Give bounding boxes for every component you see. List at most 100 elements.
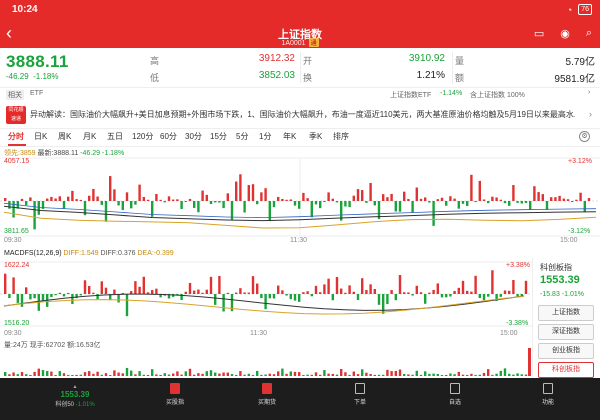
tab-2[interactable]: 周K bbox=[58, 131, 71, 142]
chart-bar bbox=[508, 201, 511, 206]
chart-bar bbox=[20, 294, 24, 307]
chart-bar bbox=[20, 198, 24, 201]
chart-bar bbox=[461, 201, 465, 204]
chart-bar bbox=[25, 201, 28, 206]
open-label: 开 bbox=[303, 56, 313, 66]
chart-bar bbox=[529, 201, 532, 210]
volume-bar bbox=[180, 374, 183, 376]
chart-bar bbox=[390, 290, 393, 294]
ai-assistant-icon[interactable]: ◉ bbox=[560, 27, 570, 40]
macd-y-top: 1622.24 bbox=[4, 262, 30, 269]
tab-0[interactable]: 分时 bbox=[8, 131, 24, 142]
volume-label: 量 bbox=[455, 56, 465, 66]
nav-buy-index[interactable]: 买股指 bbox=[145, 381, 205, 406]
nav-place-order[interactable]: 下单 bbox=[330, 381, 390, 406]
tab-9[interactable]: 5分 bbox=[236, 131, 248, 142]
amount-label: 额 bbox=[455, 73, 465, 83]
volume-bar bbox=[516, 373, 519, 376]
chart-bar bbox=[197, 289, 200, 294]
etf-link[interactable]: ETF bbox=[30, 90, 43, 97]
chart-bar bbox=[142, 197, 145, 201]
volume-bar bbox=[184, 371, 187, 376]
chevron-right-icon[interactable]: › bbox=[589, 109, 592, 119]
high-label: 高 bbox=[150, 56, 160, 66]
index-button-szse[interactable]: 深证指数 bbox=[538, 324, 594, 340]
macd-y-bottom: 1516.20 bbox=[4, 320, 30, 327]
tab-10[interactable]: 1分 bbox=[259, 131, 271, 142]
compare-icon[interactable]: ▭ bbox=[534, 27, 544, 40]
macd-chart[interactable] bbox=[0, 258, 532, 336]
chart-bar bbox=[394, 294, 397, 301]
ticker-name: 科创50 bbox=[55, 402, 74, 408]
chart-bar bbox=[209, 276, 213, 294]
chart-bar bbox=[461, 280, 465, 294]
tab-6[interactable]: 60分 bbox=[160, 131, 177, 142]
tab-8[interactable]: 15分 bbox=[210, 131, 227, 142]
chart-bar bbox=[449, 294, 452, 297]
volume-bar bbox=[528, 348, 531, 376]
ticker-chg: -1.01% bbox=[75, 402, 95, 408]
tab-11[interactable]: 年K bbox=[283, 131, 296, 142]
tab-13[interactable]: 排序 bbox=[333, 131, 349, 142]
chart-bar bbox=[184, 291, 187, 294]
intraday-chart[interactable] bbox=[0, 156, 600, 248]
chart-bar bbox=[520, 201, 523, 204]
macd-legend: MACDFS(12,26,9) DIFF:1.549 DIFF:0.376 DE… bbox=[4, 250, 174, 257]
chart-bar bbox=[41, 294, 45, 301]
chart-bar bbox=[487, 201, 490, 204]
chart-bar bbox=[323, 201, 326, 203]
macd-time-mid: 11:30 bbox=[250, 330, 267, 337]
chart-bar bbox=[302, 292, 305, 294]
nav-functions[interactable]: 功能 bbox=[518, 381, 578, 406]
nav-watchlist[interactable]: 自选 bbox=[425, 381, 485, 406]
chart-bar bbox=[503, 290, 507, 294]
etf-row[interactable]: 相关 ETF 上证指数ETF -1.14% 含上证指数 100% › bbox=[0, 89, 600, 101]
volume-bar bbox=[314, 372, 318, 376]
chart-bar bbox=[470, 174, 473, 201]
volume-bar bbox=[453, 374, 456, 376]
volume-bar bbox=[134, 374, 137, 376]
index-button-chinext[interactable]: 创业板指 bbox=[538, 343, 594, 359]
chart-bar bbox=[33, 201, 36, 230]
chart-bar bbox=[113, 189, 116, 201]
nav-label: 下单 bbox=[353, 400, 366, 406]
search-icon[interactable]: ⌕ bbox=[586, 27, 592, 40]
chart-bar bbox=[29, 197, 32, 201]
index-button-sse[interactable]: 上证指数 bbox=[538, 305, 594, 321]
chart-bar bbox=[377, 294, 381, 305]
chart-bar bbox=[352, 195, 355, 201]
volume-bar bbox=[4, 371, 7, 376]
volume-bar bbox=[361, 369, 364, 376]
volume-bar bbox=[411, 374, 414, 376]
chevron-right-icon[interactable]: › bbox=[588, 89, 590, 96]
tab-7[interactable]: 30分 bbox=[185, 131, 202, 142]
news-text[interactable]: 异动解读：国际油价大幅飙升+美日加息预期+外围市场下跌，1、国际油价大幅飙升，布… bbox=[30, 109, 575, 120]
nav-buy-futures[interactable]: 买期货 bbox=[237, 381, 297, 406]
news-ticker[interactable]: 同花顺 速递 异动解读：国际油价大幅飙升+美日加息预期+外围市场下跌，1、国际油价… bbox=[0, 104, 600, 126]
chart-bar bbox=[327, 192, 330, 201]
divider bbox=[452, 52, 453, 84]
chart-bar bbox=[100, 201, 103, 205]
ticker-price: 1553.39 bbox=[60, 390, 90, 399]
chart-bar bbox=[79, 199, 82, 201]
bottom-ticker[interactable]: ▲ 1553.39 科创50 -1.01% bbox=[40, 384, 110, 408]
chart-bar bbox=[79, 294, 82, 296]
tab-4[interactable]: 五日 bbox=[107, 131, 123, 142]
volume-bar bbox=[407, 374, 410, 376]
volume-bar bbox=[482, 372, 486, 376]
chart-bar bbox=[260, 192, 263, 201]
chart-bar bbox=[8, 201, 11, 209]
settings-icon[interactable]: ⚙ bbox=[579, 131, 590, 142]
index-button-star[interactable]: 科创板指 bbox=[538, 362, 594, 378]
tab-1[interactable]: 日K bbox=[34, 131, 47, 142]
tab-12[interactable]: 季K bbox=[309, 131, 322, 142]
volume-bar bbox=[268, 373, 271, 376]
volume-bar bbox=[8, 374, 11, 376]
chart-bar bbox=[58, 196, 61, 201]
chart-bar bbox=[512, 185, 515, 201]
tab-5[interactable]: 120分 bbox=[132, 131, 153, 142]
tab-3[interactable]: 月K bbox=[83, 131, 96, 142]
chart-bar bbox=[445, 201, 448, 206]
chart-bar bbox=[482, 294, 486, 301]
rp-change: -15.83 bbox=[540, 291, 560, 298]
